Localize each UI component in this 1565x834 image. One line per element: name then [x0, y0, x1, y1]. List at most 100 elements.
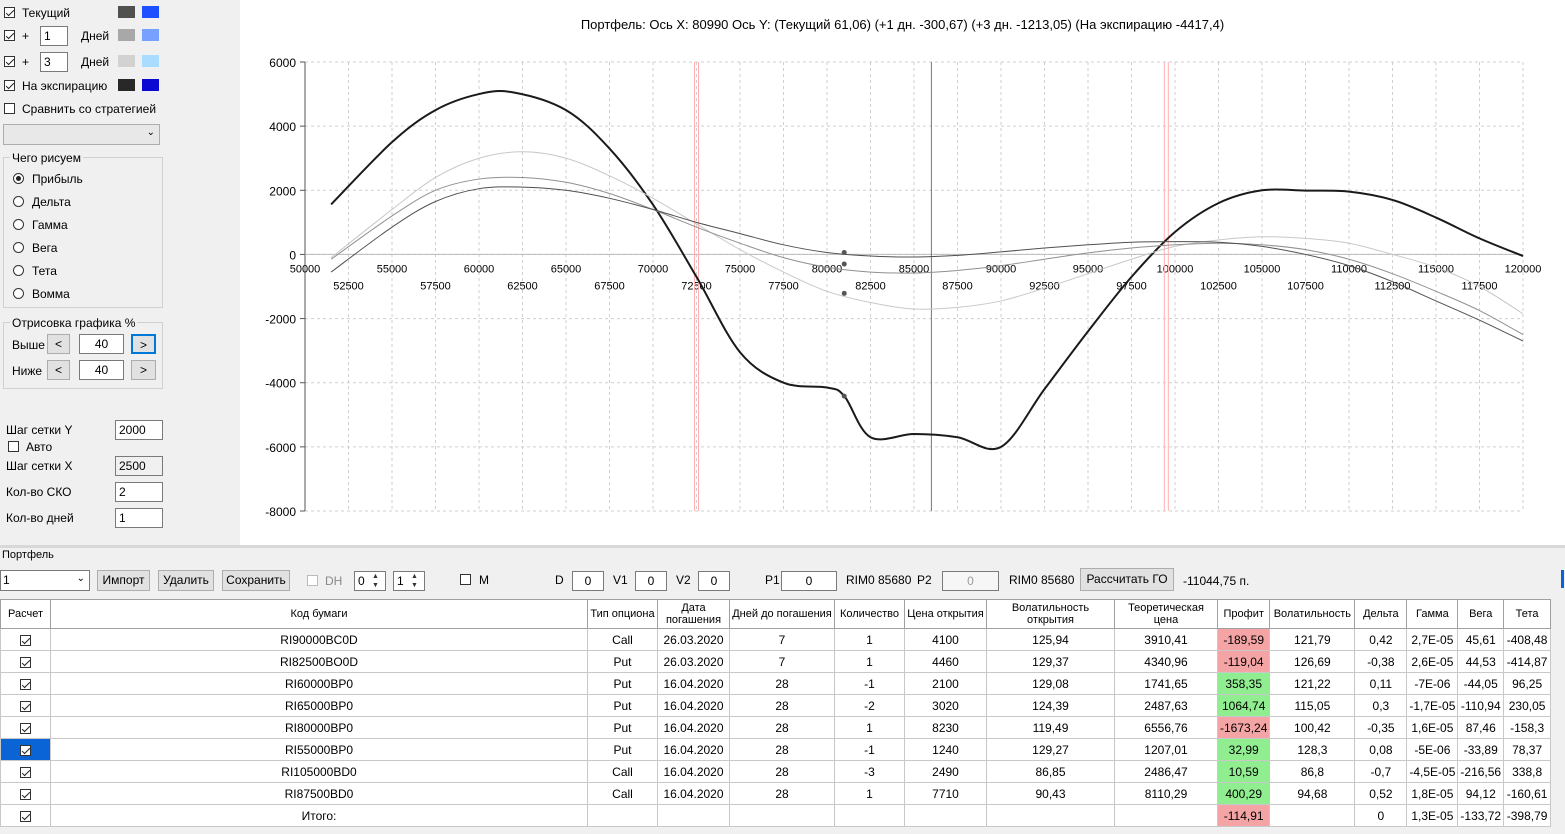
plus1-checkbox[interactable] — [4, 30, 15, 41]
cell-price[interactable]: 4460 — [904, 650, 987, 673]
cell-vega[interactable]: 45,61 — [1457, 628, 1505, 651]
cell-theta[interactable]: -158,3 — [1503, 716, 1552, 739]
cell-vol-open[interactable]: 129,37 — [986, 650, 1115, 673]
cell-qty[interactable]: 1 — [834, 628, 905, 651]
cell-vol-open[interactable]: 129,27 — [986, 738, 1115, 761]
p1-input[interactable]: 0 — [781, 571, 837, 591]
cell-type[interactable]: Put — [587, 650, 658, 673]
cell-days[interactable]: 7 — [729, 650, 835, 673]
cell-vol-open[interactable]: 129,08 — [986, 672, 1115, 695]
cell-type[interactable]: Put — [587, 738, 658, 761]
m-checkbox[interactable] — [460, 574, 471, 585]
expiry-color-swatch[interactable] — [118, 79, 135, 91]
plus3-checkbox[interactable] — [4, 56, 15, 67]
cell-profit[interactable]: -1673,24 — [1216, 716, 1271, 739]
row-calc-cell[interactable] — [0, 716, 51, 739]
cell-vol-open[interactable]: 124,39 — [986, 694, 1115, 717]
cell-theo[interactable]: 3910,41 — [1114, 628, 1218, 651]
cell-code[interactable]: RI90000BC0D — [50, 628, 588, 651]
cell-gamma[interactable]: -7E-06 — [1406, 672, 1459, 695]
below-value[interactable]: 40 — [79, 360, 124, 380]
above-value[interactable]: 40 — [79, 334, 124, 354]
cell-code[interactable]: RI65000BP0 — [50, 694, 588, 717]
cell-type[interactable]: Call — [587, 760, 658, 783]
cell-price[interactable]: 2490 — [904, 760, 987, 783]
dh-spinner-1[interactable]: 0 — [354, 571, 386, 591]
cell-qty[interactable]: 1 — [834, 716, 905, 739]
cell-theo[interactable]: 2487,63 — [1114, 694, 1218, 717]
spinner-arrows-icon[interactable]: ▲ ▼ — [372, 572, 379, 590]
row-calc-cell[interactable] — [0, 672, 51, 695]
col-header-theo[interactable]: Теоретическая цена — [1114, 599, 1218, 629]
table-row[interactable]: RI60000BP0 Put 16.04.2020 28 -1 2100 129,08 174… — [0, 672, 1552, 695]
dh-spinner-2[interactable]: 1 — [393, 571, 425, 591]
cell-qty[interactable]: 1 — [834, 650, 905, 673]
row-calc-checkbox[interactable] — [20, 722, 31, 734]
cell-days[interactable]: 28 — [729, 738, 835, 761]
plus1-color-swatch-alt[interactable] — [142, 29, 159, 41]
cell-gamma[interactable]: -4,5E-05 — [1406, 760, 1459, 783]
cell-date[interactable]: 16.04.2020 — [657, 760, 730, 783]
cell-vol[interactable]: 128,3 — [1269, 738, 1356, 761]
cell-qty[interactable]: -2 — [834, 694, 905, 717]
cell-vega[interactable]: 44,53 — [1457, 650, 1505, 673]
row-calc-checkbox[interactable] — [20, 656, 31, 668]
cell-days[interactable]: 7 — [729, 628, 835, 651]
cell-vol-open[interactable]: 119,49 — [986, 716, 1115, 739]
cell-qty[interactable]: -3 — [834, 760, 905, 783]
cell-date[interactable]: 16.04.2020 — [657, 694, 730, 717]
calculate-go-button[interactable]: Рассчитать ГО — [1080, 568, 1174, 591]
cell-delta[interactable]: 0,3 — [1354, 694, 1408, 717]
grid-y-input[interactable]: 2000 — [115, 420, 163, 440]
row-calc-cell[interactable] — [0, 628, 51, 651]
cell-theta[interactable]: 78,37 — [1503, 738, 1552, 761]
cell-gamma[interactable]: 1,8E-05 — [1406, 782, 1459, 805]
cell-code[interactable]: RI105000BD0 — [50, 760, 588, 783]
cell-date[interactable]: 26.03.2020 — [657, 650, 730, 673]
cell-vega[interactable]: -216,56 — [1457, 760, 1505, 783]
cell-code[interactable]: RI82500BO0D — [50, 650, 588, 673]
cell-profit[interactable]: -189,59 — [1216, 628, 1271, 651]
table-row[interactable]: RI82500BO0D Put 26.03.2020 7 1 4460 129,37 4340… — [0, 650, 1552, 673]
cell-type[interactable]: Put — [587, 672, 658, 695]
cell-vega[interactable]: -44,05 — [1457, 672, 1505, 695]
row-calc-checkbox[interactable] — [20, 744, 31, 756]
auto-checkbox[interactable] — [8, 441, 19, 452]
cell-code[interactable]: RI87500BD0 — [50, 782, 588, 805]
v2-input[interactable]: 0 — [698, 571, 730, 591]
radio-gamma[interactable] — [13, 219, 24, 230]
delete-button[interactable]: Удалить — [158, 570, 214, 591]
col-header-gamma[interactable]: Гамма — [1406, 599, 1459, 629]
row-calc-cell[interactable] — [0, 760, 51, 783]
cell-date[interactable]: 16.04.2020 — [657, 782, 730, 805]
cell-theta[interactable]: 338,8 — [1503, 760, 1552, 783]
cell-vol[interactable]: 86,8 — [1269, 760, 1356, 783]
total-calc-checkbox[interactable] — [20, 810, 31, 822]
table-row[interactable]: RI65000BP0 Put 16.04.2020 28 -2 3020 124,39 248… — [0, 694, 1552, 717]
table-row[interactable]: RI55000BP0 Put 16.04.2020 28 -1 1240 129,27 120… — [0, 738, 1552, 761]
cell-code[interactable]: RI60000BP0 — [50, 672, 588, 695]
cell-vol-open[interactable]: 90,43 — [986, 782, 1115, 805]
cell-days[interactable]: 28 — [729, 760, 835, 783]
cell-profit[interactable]: 10,59 — [1216, 760, 1271, 783]
cell-vol[interactable]: 126,69 — [1269, 650, 1356, 673]
col-header-code[interactable]: Код бумаги — [50, 599, 588, 629]
cell-theo[interactable]: 2486,47 — [1114, 760, 1218, 783]
cell-date[interactable]: 16.04.2020 — [657, 716, 730, 739]
row-calc-cell[interactable] — [0, 782, 51, 805]
col-header-date[interactable]: Дата погашения — [657, 599, 730, 629]
sko-input[interactable]: 2 — [115, 482, 163, 502]
below-increase-button[interactable]: > — [131, 360, 156, 380]
cell-theta[interactable]: -408,48 — [1503, 628, 1552, 651]
cell-theo[interactable]: 8110,29 — [1114, 782, 1218, 805]
dh-checkbox[interactable] — [307, 575, 318, 586]
cell-delta[interactable]: 0,42 — [1354, 628, 1408, 651]
cell-price[interactable]: 1240 — [904, 738, 987, 761]
cell-theo[interactable]: 1207,01 — [1114, 738, 1218, 761]
portfolio-select[interactable]: 1 ⌄ — [0, 570, 90, 591]
cell-days[interactable]: 28 — [729, 672, 835, 695]
scroll-indicator[interactable] — [1561, 570, 1564, 588]
cell-vol[interactable]: 121,22 — [1269, 672, 1356, 695]
cell-theta[interactable]: -160,61 — [1503, 782, 1552, 805]
below-decrease-button[interactable]: < — [47, 360, 70, 380]
